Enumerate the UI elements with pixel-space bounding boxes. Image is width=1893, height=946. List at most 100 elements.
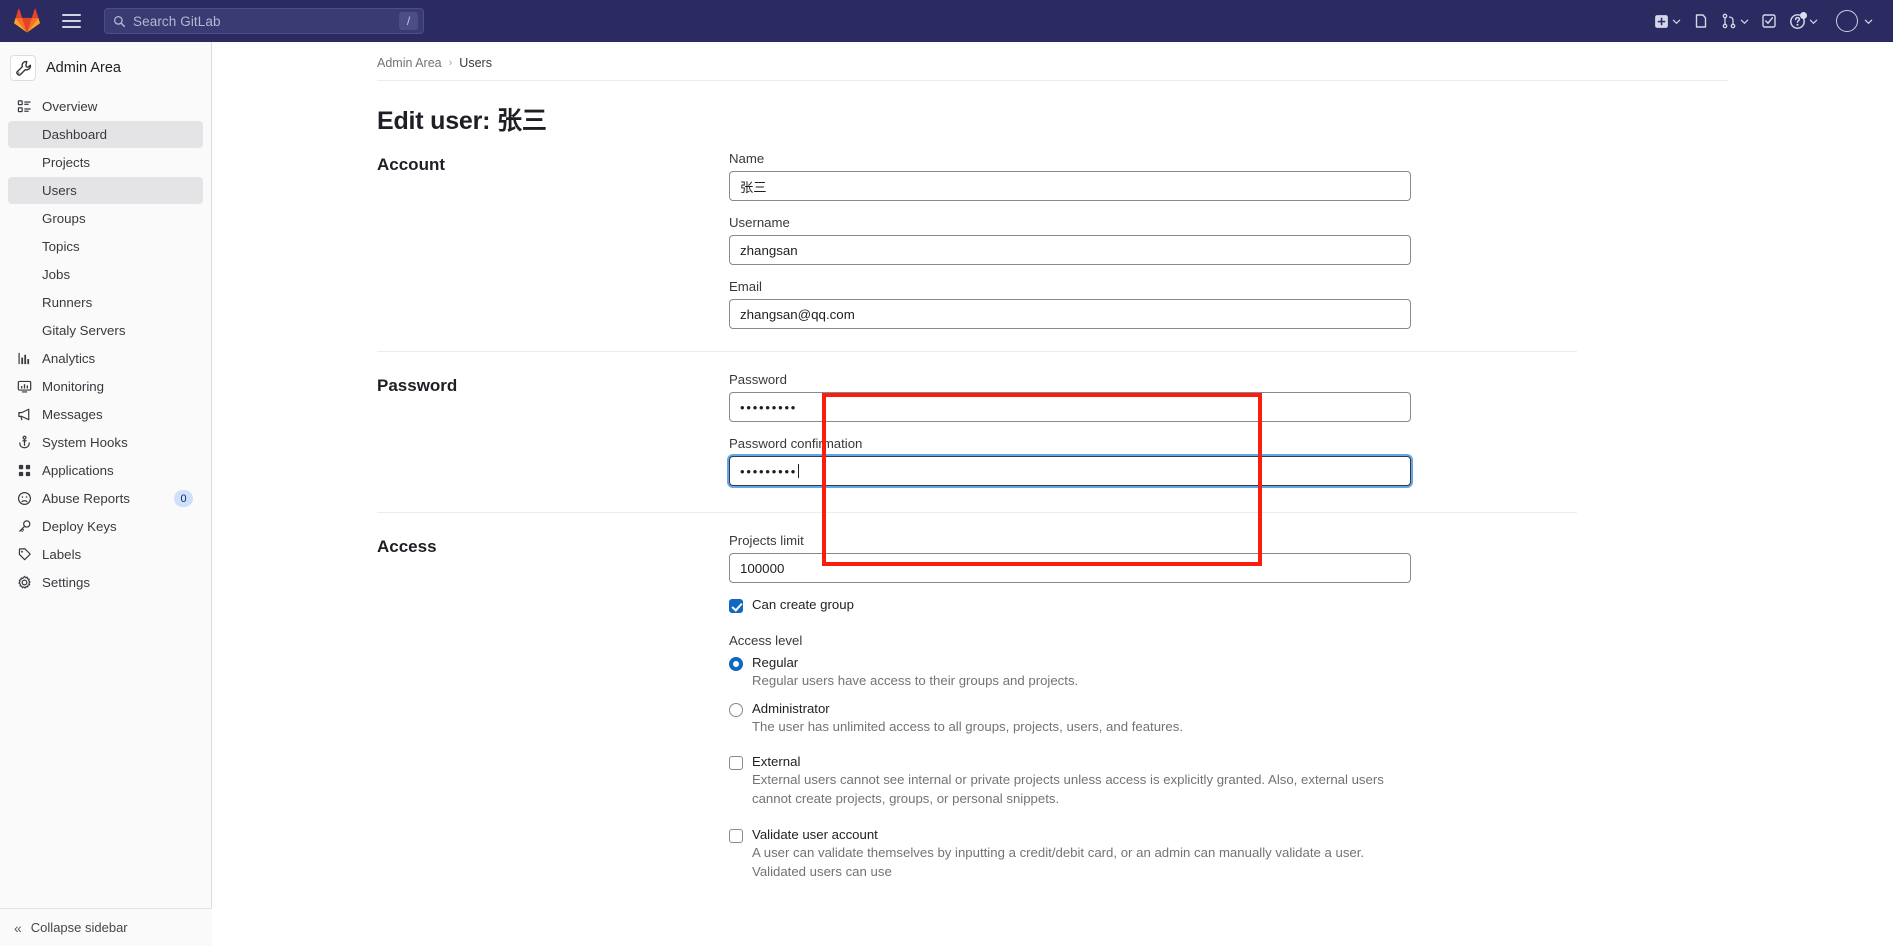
password-section: Password Password ••••••••• Password con…	[377, 351, 1577, 512]
todo-checkbox-icon	[1761, 13, 1777, 29]
access-level-label: Access level	[729, 633, 1411, 648]
gitlab-logo-icon[interactable]	[14, 8, 40, 34]
chevron-down-icon	[1740, 17, 1749, 26]
sidebar-item-messages[interactable]: Messages	[8, 401, 203, 428]
email-input[interactable]: zhangsan@qq.com	[729, 299, 1411, 329]
access-level-group: Access level Regular Regular users have …	[729, 633, 1411, 736]
issues-icon	[1693, 13, 1709, 29]
name-input[interactable]: 张三	[729, 171, 1411, 201]
password-confirmation-input[interactable]: •••••••••	[729, 456, 1411, 486]
search-placeholder: Search GitLab	[133, 14, 221, 29]
breadcrumb-admin-area[interactable]: Admin Area	[377, 56, 442, 70]
text-cursor	[798, 464, 799, 478]
regular-label: Regular	[752, 655, 798, 670]
abuse-reports-badge: 0	[174, 490, 193, 507]
sidebar-item-label: Applications	[42, 463, 114, 478]
sidebar-item-label: Jobs	[42, 267, 70, 282]
regular-radio[interactable]	[729, 657, 743, 671]
issues-button[interactable]	[1687, 7, 1715, 35]
monitor-icon	[16, 379, 32, 395]
merge-requests-button[interactable]	[1715, 7, 1755, 35]
access-level-option-regular[interactable]: Regular Regular users have access to the…	[729, 655, 1411, 691]
collapse-sidebar-button[interactable]: « Collapse sidebar	[0, 908, 212, 946]
password-label: Password	[729, 372, 1411, 387]
username-input[interactable]: zhangsan	[729, 235, 1411, 265]
help-notification-badge	[1800, 12, 1807, 19]
access-section-label: Access	[377, 533, 729, 895]
sidebar-item-groups[interactable]: Groups	[8, 205, 203, 232]
sidebar-item-deploy-keys[interactable]: Deploy Keys	[8, 513, 203, 540]
sidebar-item-gitaly-servers[interactable]: Gitaly Servers	[8, 317, 203, 344]
breadcrumb-users[interactable]: Users	[459, 56, 492, 70]
administrator-label: Administrator	[752, 701, 830, 716]
projects-limit-field-group: Projects limit 100000	[729, 533, 1411, 583]
chevron-down-icon	[1809, 17, 1818, 26]
breadcrumb-separator: ›	[449, 57, 453, 69]
can-create-group-row[interactable]: Can create group	[729, 597, 1411, 613]
page-title: Edit user: 张三	[377, 101, 1893, 137]
hamburger-menu-icon[interactable]	[58, 8, 84, 34]
sidebar-item-label: Abuse Reports	[42, 491, 130, 506]
sidebar-item-label: Dashboard	[42, 127, 107, 142]
email-label: Email	[729, 279, 1411, 294]
external-checkbox[interactable]	[729, 756, 743, 770]
help-button[interactable]	[1783, 7, 1824, 35]
validate-user-account-checkbox[interactable]	[729, 829, 743, 843]
double-chevron-left-icon: «	[14, 920, 22, 936]
validate-user-account-group: Validate user account A user can validat…	[729, 827, 1411, 881]
sidebar-item-abuse-reports[interactable]: Abuse Reports 0	[8, 485, 203, 512]
user-avatar-button[interactable]	[1830, 7, 1879, 35]
password-confirmation-masked-value: •••••••••	[740, 464, 797, 479]
access-section: Access Projects limit 100000 Can create …	[377, 512, 1577, 917]
account-section-label: Account	[377, 151, 729, 329]
username-label: Username	[729, 215, 1411, 230]
password-section-label: Password	[377, 372, 729, 486]
overview-icon	[16, 99, 32, 115]
sidebar-item-dashboard[interactable]: Dashboard	[8, 121, 203, 148]
sidebar-item-projects[interactable]: Projects	[8, 149, 203, 176]
can-create-group-checkbox[interactable]	[729, 599, 743, 613]
sidebar-item-applications[interactable]: Applications	[8, 457, 203, 484]
sidebar-item-users[interactable]: Users	[8, 177, 203, 204]
chart-icon	[16, 351, 32, 367]
name-field-group: Name 张三	[729, 151, 1411, 201]
sidebar-title: Admin Area	[46, 60, 121, 76]
sidebar-item-settings[interactable]: Settings	[8, 569, 203, 596]
access-level-option-administrator[interactable]: Administrator The user has unlimited acc…	[729, 701, 1411, 737]
projects-limit-label: Projects limit	[729, 533, 1411, 548]
sidebar-item-jobs[interactable]: Jobs	[8, 261, 203, 288]
external-group: External External users cannot see inter…	[729, 754, 1411, 808]
create-new-button[interactable]	[1648, 7, 1687, 35]
password-input[interactable]: •••••••••	[729, 392, 1411, 422]
search-shortcut-key: /	[399, 12, 418, 30]
sidebar-item-runners[interactable]: Runners	[8, 289, 203, 316]
administrator-radio[interactable]	[729, 703, 743, 717]
administrator-description: The user has unlimited access to all gro…	[752, 718, 1392, 737]
sidebar-item-label: Users	[42, 183, 77, 198]
sidebar-item-label: Deploy Keys	[42, 519, 117, 534]
sidebar-item-overview[interactable]: Overview	[8, 93, 203, 120]
todos-button[interactable]	[1755, 7, 1783, 35]
search-icon	[113, 15, 126, 28]
can-create-group-label: Can create group	[752, 597, 854, 612]
merge-request-icon	[1721, 13, 1737, 29]
sidebar-item-label: Settings	[42, 575, 90, 590]
sidebar-item-labels[interactable]: Labels	[8, 541, 203, 568]
sidebar-item-label: Gitaly Servers	[42, 323, 126, 338]
password-confirmation-label: Password confirmation	[729, 436, 1411, 451]
regular-description: Regular users have access to their group…	[752, 672, 1392, 691]
sidebar-item-system-hooks[interactable]: System Hooks	[8, 429, 203, 456]
sidebar-item-label: Messages	[42, 407, 103, 422]
external-label: External	[752, 754, 800, 769]
sidebar-header[interactable]: Admin Area	[0, 47, 211, 89]
sidebar-item-monitoring[interactable]: Monitoring	[8, 373, 203, 400]
validate-user-account-description: A user can validate themselves by inputt…	[752, 844, 1392, 881]
sidebar-item-topics[interactable]: Topics	[8, 233, 203, 260]
search-input[interactable]: Search GitLab /	[104, 8, 424, 34]
projects-limit-input[interactable]: 100000	[729, 553, 1411, 583]
admin-sidebar: Admin Area Overview Dashboard Projects	[0, 42, 212, 946]
sidebar-item-analytics[interactable]: Analytics	[8, 345, 203, 372]
password-masked-value: •••••••••	[740, 400, 797, 415]
account-section: Account Name 张三 Username zhangsan Email …	[377, 137, 1577, 351]
breadcrumb: Admin Area › Users	[377, 56, 1893, 70]
